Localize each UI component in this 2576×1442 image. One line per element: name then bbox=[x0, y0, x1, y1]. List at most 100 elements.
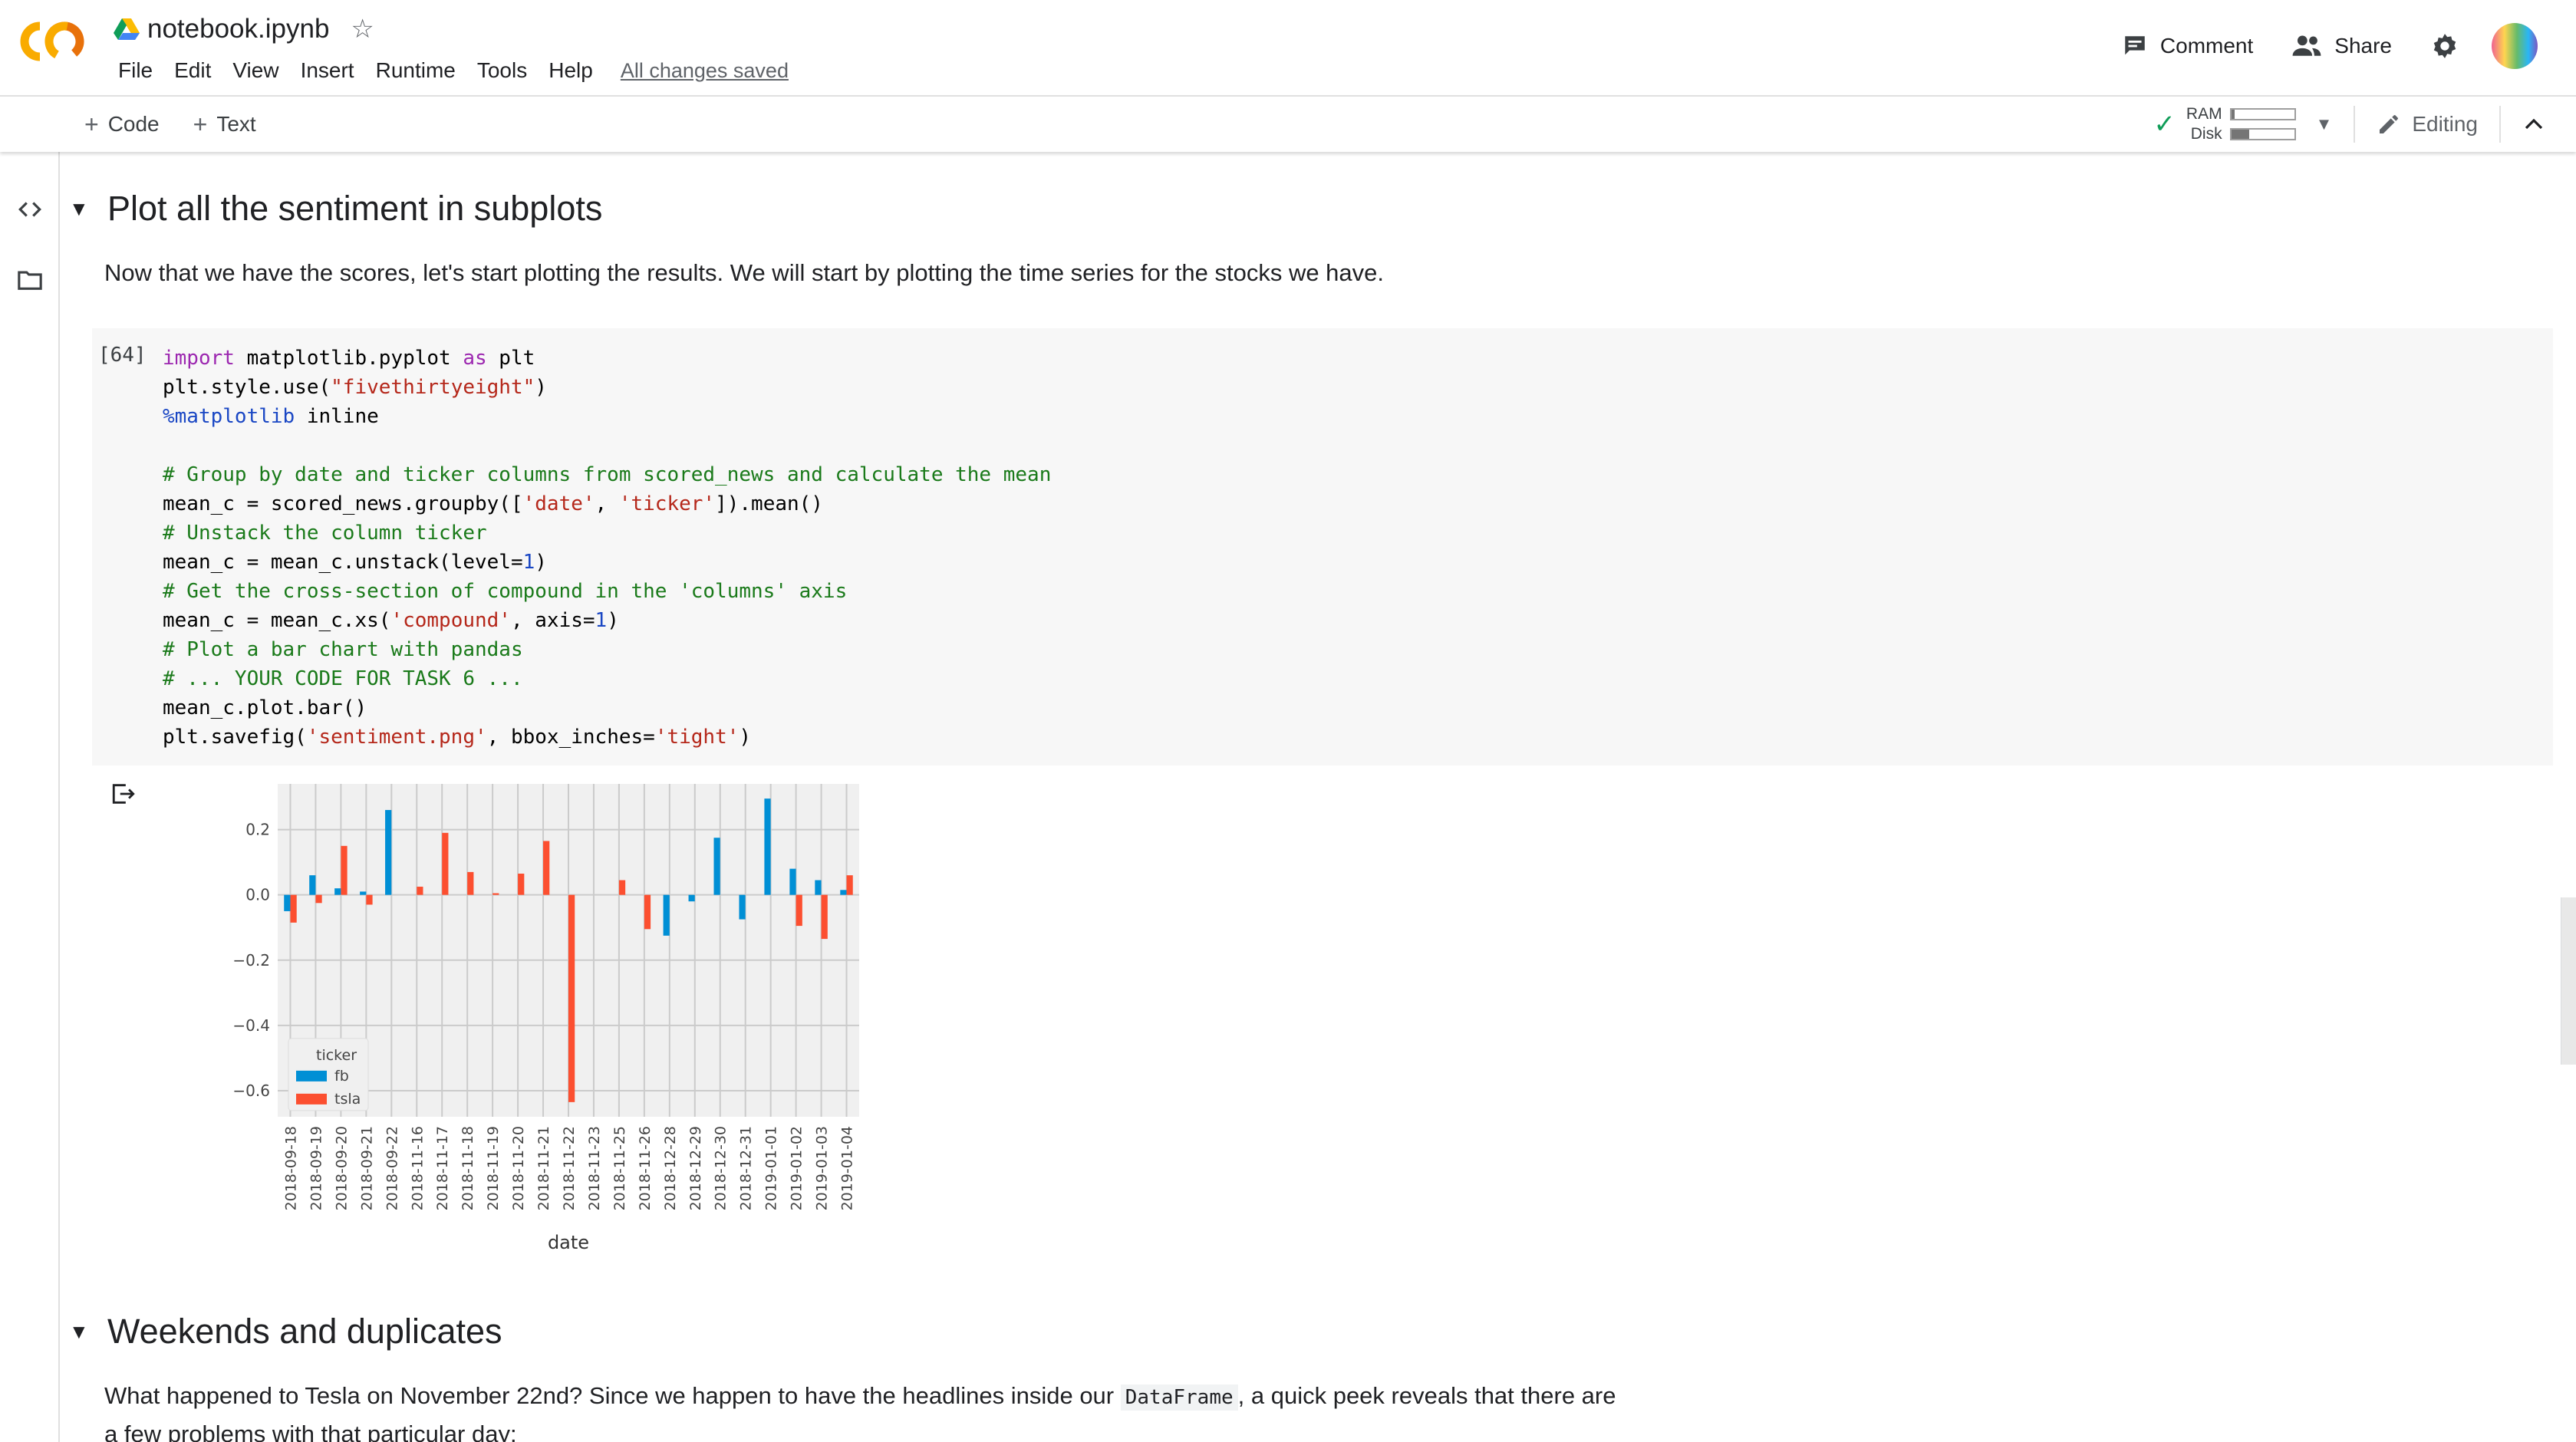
app-header: notebook.ipynb ☆ File Edit View Insert R… bbox=[0, 0, 2576, 95]
bar-fb bbox=[815, 880, 822, 895]
bar-tsla bbox=[290, 894, 297, 923]
code-token: mean_c.plot.bar() bbox=[163, 696, 367, 719]
bar-tsla bbox=[315, 894, 322, 904]
code-line: plt.style.use("fivethirtyeight") bbox=[163, 373, 1051, 402]
plus-icon: + bbox=[84, 110, 99, 138]
disk-label: Disk bbox=[2190, 125, 2222, 143]
star-icon[interactable]: ☆ bbox=[351, 16, 374, 42]
add-code-label: Code bbox=[107, 112, 160, 136]
code-token: ) bbox=[535, 551, 547, 574]
execution-count: [64] bbox=[98, 344, 147, 367]
x-tick-label: 2019-01-02 bbox=[789, 1126, 805, 1210]
code-line: mean_c = scored_news.groupby(['date', 't… bbox=[163, 489, 1051, 519]
files-folder-icon[interactable] bbox=[17, 267, 43, 293]
code-token: , bbox_inches= bbox=[486, 726, 655, 749]
comment-label: Comment bbox=[2159, 34, 2254, 58]
code-token: mean_c = mean_c.unstack(level= bbox=[163, 551, 523, 574]
code-line: %matplotlib inline bbox=[163, 402, 1051, 431]
menu-file[interactable]: File bbox=[107, 55, 163, 86]
code-token: 'compound' bbox=[390, 609, 511, 632]
inline-code: DataFrame bbox=[1120, 1384, 1238, 1411]
bar-fb bbox=[713, 838, 720, 895]
bar-fb bbox=[284, 894, 291, 911]
share-label: Share bbox=[2334, 34, 2392, 58]
code-line: # Plot a bar chart with pandas bbox=[163, 635, 1051, 664]
x-tick-label: 2018-09-18 bbox=[282, 1126, 299, 1210]
connected-check-icon: ✓ bbox=[2153, 110, 2176, 139]
bar-tsla bbox=[366, 894, 373, 905]
user-avatar[interactable] bbox=[2492, 23, 2538, 69]
code-token: , bbox=[595, 492, 619, 515]
bar-fb bbox=[789, 868, 796, 895]
code-token: inline bbox=[295, 405, 379, 428]
bar-tsla bbox=[568, 894, 575, 1102]
menu-tools[interactable]: Tools bbox=[466, 55, 538, 86]
code-token: ) bbox=[535, 376, 547, 399]
resource-labels[interactable]: RAM Disk bbox=[2186, 104, 2222, 144]
clear-output-icon[interactable] bbox=[110, 781, 137, 807]
markdown-text: Now that we have the scores, let's start… bbox=[104, 259, 1385, 286]
notebook-toolbar: + Code + Text ✓ RAM Disk ▼ Editing bbox=[0, 95, 2576, 152]
section-title: Weekends and duplicates bbox=[107, 1312, 502, 1351]
x-tick-label: 2018-11-22 bbox=[561, 1126, 578, 1210]
legend-swatch bbox=[296, 1070, 327, 1082]
bar-fb bbox=[385, 810, 392, 895]
code-snippets-icon[interactable] bbox=[17, 196, 43, 222]
menu-view[interactable]: View bbox=[222, 55, 289, 86]
code-token: 'tight' bbox=[654, 726, 740, 749]
code-token: plt.savefig( bbox=[163, 726, 307, 749]
save-status[interactable]: All changes saved bbox=[621, 55, 789, 86]
notebook-title[interactable]: notebook.ipynb bbox=[147, 14, 329, 44]
x-tick-label: 2018-11-25 bbox=[611, 1126, 628, 1210]
bar-tsla bbox=[518, 874, 525, 895]
code-token: # Get the cross-section of compound in t… bbox=[163, 580, 848, 603]
resource-meter[interactable] bbox=[2229, 108, 2296, 140]
settings-gear-icon[interactable] bbox=[2430, 31, 2459, 61]
code-editor[interactable]: import matplotlib.pyplot as plt plt.style… bbox=[163, 344, 1051, 752]
resource-dropdown-icon[interactable]: ▼ bbox=[2316, 114, 2333, 134]
code-token: # ... YOUR CODE FOR TASK 6 ... bbox=[163, 667, 523, 690]
menu-runtime[interactable]: Runtime bbox=[365, 55, 466, 86]
collapse-section-icon[interactable]: ▼ bbox=[69, 1320, 95, 1344]
bar-tsla bbox=[821, 894, 828, 940]
editing-mode-button[interactable]: Editing bbox=[2377, 112, 2478, 137]
pencil-icon bbox=[2380, 115, 2399, 133]
x-tick-label: 2019-01-03 bbox=[814, 1126, 831, 1210]
code-token: ]).mean() bbox=[715, 492, 823, 515]
code-token: 'date' bbox=[522, 492, 595, 515]
code-cell[interactable]: [64] import matplotlib.pyplot as plt plt.… bbox=[92, 328, 2553, 765]
bar-tsla bbox=[644, 894, 651, 930]
code-token: 'sentiment.png' bbox=[306, 726, 487, 749]
bar-fb bbox=[309, 875, 316, 895]
menu-help[interactable]: Help bbox=[538, 55, 604, 86]
code-token: plt.style.use( bbox=[163, 376, 331, 399]
code-token: 1 bbox=[522, 551, 535, 574]
section-heading: ▼ Plot all the sentiment in subplots bbox=[69, 189, 602, 229]
scrollbar-thumb[interactable] bbox=[2561, 897, 2576, 1065]
code-token: # Unstack the column ticker bbox=[163, 522, 487, 545]
collapse-section-icon[interactable]: ▼ bbox=[69, 197, 95, 221]
toolbar-divider bbox=[2354, 106, 2356, 143]
bar-fb bbox=[764, 798, 771, 895]
collapse-header-icon[interactable] bbox=[2522, 113, 2545, 136]
y-tick-label: −0.4 bbox=[232, 1016, 270, 1035]
bar-fb bbox=[739, 894, 746, 920]
code-token: import bbox=[163, 347, 235, 370]
menu-bar: File Edit View Insert Runtime Tools Help… bbox=[107, 55, 789, 86]
bar-tsla bbox=[492, 893, 499, 895]
code-line: plt.savefig('sentiment.png', bbox_inches… bbox=[163, 723, 1051, 752]
share-button[interactable]: Share bbox=[2291, 33, 2392, 59]
colab-logo[interactable] bbox=[20, 18, 84, 64]
add-text-cell-button[interactable]: + Text bbox=[193, 110, 256, 139]
menu-edit[interactable]: Edit bbox=[163, 55, 222, 86]
code-line: # ... YOUR CODE FOR TASK 6 ... bbox=[163, 664, 1051, 693]
code-token: %matplotlib bbox=[163, 405, 295, 428]
x-tick-label: 2018-11-16 bbox=[409, 1126, 426, 1210]
menu-insert[interactable]: Insert bbox=[290, 55, 365, 86]
add-code-cell-button[interactable]: + Code bbox=[84, 110, 160, 139]
code-token: , axis= bbox=[510, 609, 595, 632]
code-line: # Unstack the column ticker bbox=[163, 519, 1051, 548]
comment-button[interactable]: Comment bbox=[2122, 33, 2253, 59]
x-tick-label: 2019-01-01 bbox=[763, 1126, 780, 1210]
